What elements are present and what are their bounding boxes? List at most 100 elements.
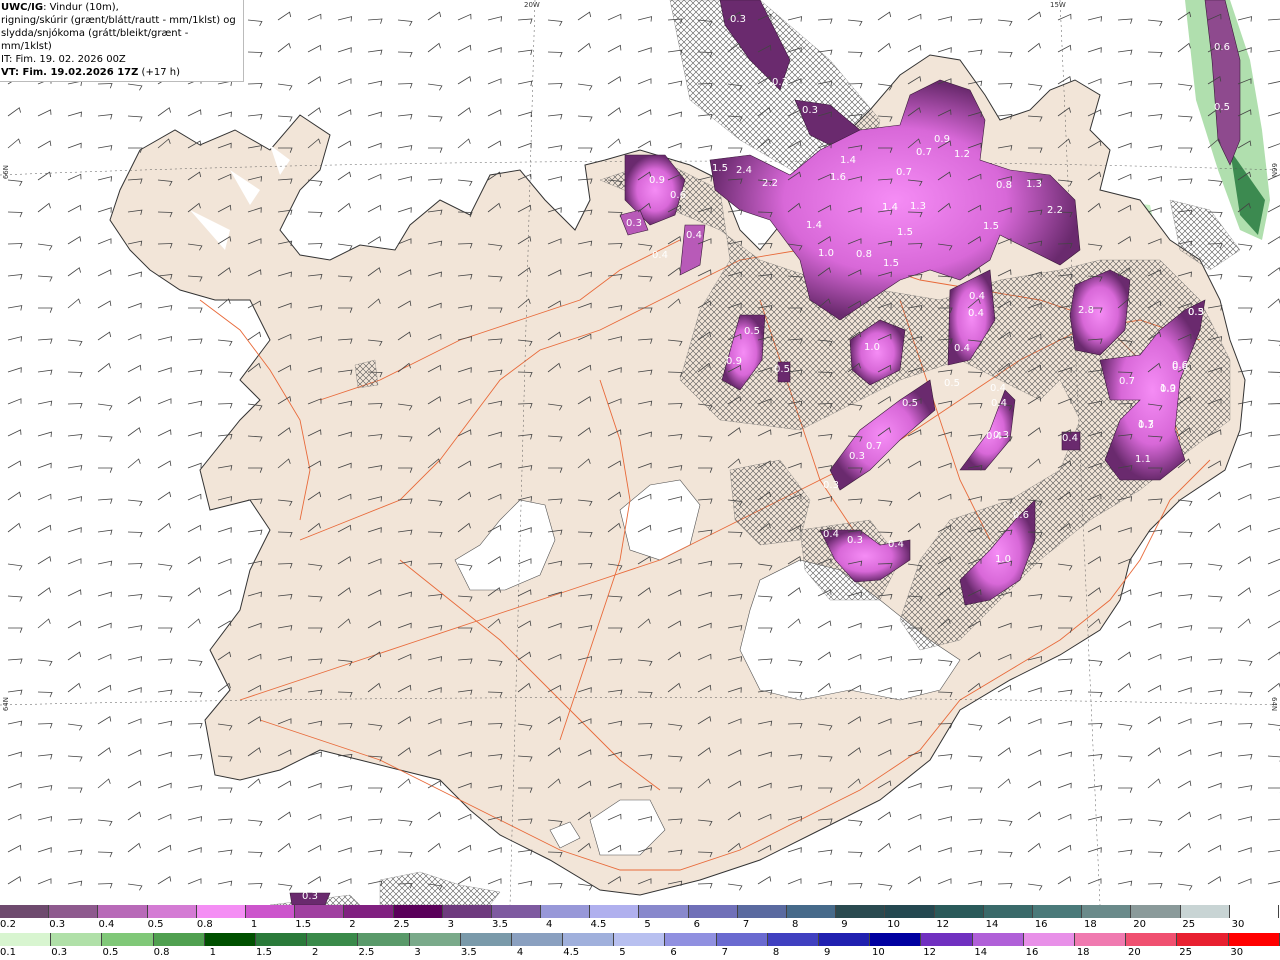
forecast-offset: (+17 h) <box>138 67 180 78</box>
precip-value-label: 0.3 <box>802 105 818 116</box>
precip-value-label: 0.6 <box>1013 510 1029 521</box>
precip-value-label: 0.4 <box>990 383 1006 394</box>
colorbar-swatch <box>737 905 787 918</box>
colorbar-label: 16 <box>1034 919 1048 930</box>
colorbar-swatch <box>0 933 52 946</box>
lat-label-66n-left: 66N <box>2 165 10 180</box>
colorbar-label: 6 <box>693 919 700 930</box>
colorbar-swatch <box>358 933 410 946</box>
precip-value-label: 0.7 <box>1119 376 1135 387</box>
colorbar-label: 2.5 <box>393 919 410 930</box>
colorbar-label: 3 <box>414 947 421 958</box>
precip-value-label: 0.5 <box>1214 102 1230 113</box>
colorbar-swatch <box>196 905 246 918</box>
colorbar-label: 0.4 <box>98 919 115 930</box>
colorbar-label: 4 <box>516 947 524 958</box>
precip-value-label: 0.7 <box>896 167 912 178</box>
colorbar-label: 7 <box>742 919 750 930</box>
model-name: UWC/IG <box>1 2 44 13</box>
colorbar-label: 1 <box>250 919 258 930</box>
precip-value-label: 0.3 <box>1188 307 1204 318</box>
precip-value-label: 0.9 <box>726 356 742 367</box>
colorbar-swatch <box>614 933 666 946</box>
colorbar-swatch <box>102 933 154 946</box>
colorbar-label: 14 <box>974 947 988 958</box>
colorbar-swatch <box>0 905 50 918</box>
variable-desc-2: rigning/skúrir (grænt/blátt/rautt - mm/1… <box>1 15 236 26</box>
colorbar-swatch <box>983 905 1033 918</box>
precip-value-label: 1.5 <box>897 227 913 238</box>
lat-label-64n-left: 64N <box>2 697 10 712</box>
precip-value-label: 1.4 <box>882 202 898 213</box>
colorbar-swatch <box>639 905 689 918</box>
colorbar-swatch <box>563 933 615 946</box>
colorbar-label: 0.5 <box>147 919 164 930</box>
lon-label-20w: 20W <box>524 1 540 9</box>
colorbar-swatch <box>1131 905 1181 918</box>
precip-value-label: 0.6 <box>1214 42 1230 53</box>
colorbar-label: 20 <box>1128 947 1141 958</box>
precip-value-label: 0.5 <box>944 378 960 389</box>
precip-value-label: 1.5 <box>983 221 999 232</box>
precip-value-label: 0.4 <box>991 398 1007 409</box>
precip-value-label: 0.3 <box>302 891 318 902</box>
colorbar-label: 30 <box>1230 947 1244 958</box>
colorbar-swatch <box>442 905 492 918</box>
valid-time: VT: Fim. 19.02.2026 17Z <box>1 67 139 78</box>
colorbar-label: 2.5 <box>358 947 375 958</box>
precip-value-label: 1.4 <box>840 155 856 166</box>
colorbar-swatch <box>393 905 443 918</box>
colorbar-label: 3.5 <box>460 947 477 958</box>
precip-value-label: 1.7 <box>1138 419 1154 430</box>
precip-value-label: 0.5 <box>774 364 790 375</box>
colorbar-label: 8 <box>772 947 780 958</box>
colorbar-swatch <box>98 905 148 918</box>
precip-value-label: 0.4 <box>969 291 985 302</box>
colorbar-label: 10 <box>872 947 885 958</box>
colorbar-label: 4.5 <box>563 947 580 958</box>
colorbar-swatch <box>204 933 256 946</box>
colorbar-swatch <box>767 933 819 946</box>
precip-value-label: 0.7 <box>866 441 882 452</box>
colorbar-swatch <box>1180 905 1230 918</box>
precip-value-label: 0.4 <box>986 431 1002 442</box>
colorbar-label: 30 <box>1231 919 1245 930</box>
precip-value-label: 1.5 <box>883 258 899 269</box>
precip-value-label: 0.3 <box>823 480 839 491</box>
precip-value-label: 1.0 <box>995 554 1011 565</box>
colorbar-label: 8 <box>792 919 799 930</box>
precip-value-label: 2.8 <box>1078 305 1094 316</box>
colorbar-swatch <box>344 905 394 918</box>
precip-value-label: 2.4 <box>736 165 752 176</box>
precip-value-label: 2.2 <box>762 178 778 189</box>
precip-value-label: 0.9 <box>934 134 950 145</box>
colorbar-label: 16 <box>1025 947 1039 958</box>
colorbar-swatch <box>255 933 308 946</box>
colorbar-label: 10 <box>887 919 900 930</box>
colorbar-swatch <box>409 933 461 946</box>
snow-colorbar <box>0 905 1280 918</box>
colorbar-swatch <box>885 905 935 918</box>
colorbar-label: 0.1 <box>0 947 16 958</box>
precip-value-label: 0.6 <box>1172 360 1188 371</box>
variable-desc-3: slydda/snjókoma (grátt/bleikt/grænt - mm… <box>1 28 189 52</box>
precip-value-label: 1.1 <box>1135 454 1151 465</box>
colorbar-label: 3.5 <box>492 919 508 930</box>
colorbar-label: 4 <box>546 919 553 930</box>
colorbar-swatch <box>307 933 359 946</box>
precip-value-label: 0.4 <box>823 529 839 540</box>
lat-label-64n-right: 64N <box>1270 697 1278 712</box>
colorbar-swatch <box>870 933 922 946</box>
colorbar-label: 2 <box>349 919 356 930</box>
map-info-box: UWC/IG: Vindur (10m), rigning/skúrir (gr… <box>0 0 244 82</box>
colorbar-swatch <box>511 933 564 946</box>
colorbar-label: 12 <box>923 947 936 958</box>
colorbar-label: 14 <box>985 919 999 930</box>
colorbar-swatch <box>590 905 640 918</box>
colorbar-label: 9 <box>841 919 848 930</box>
colorbar-swatch <box>1032 905 1083 918</box>
precip-value-label: 1.0 <box>1160 383 1176 394</box>
colorbar-swatch <box>491 905 542 918</box>
colorbar-swatch <box>153 933 205 946</box>
colorbar-label: 0.8 <box>153 947 170 958</box>
